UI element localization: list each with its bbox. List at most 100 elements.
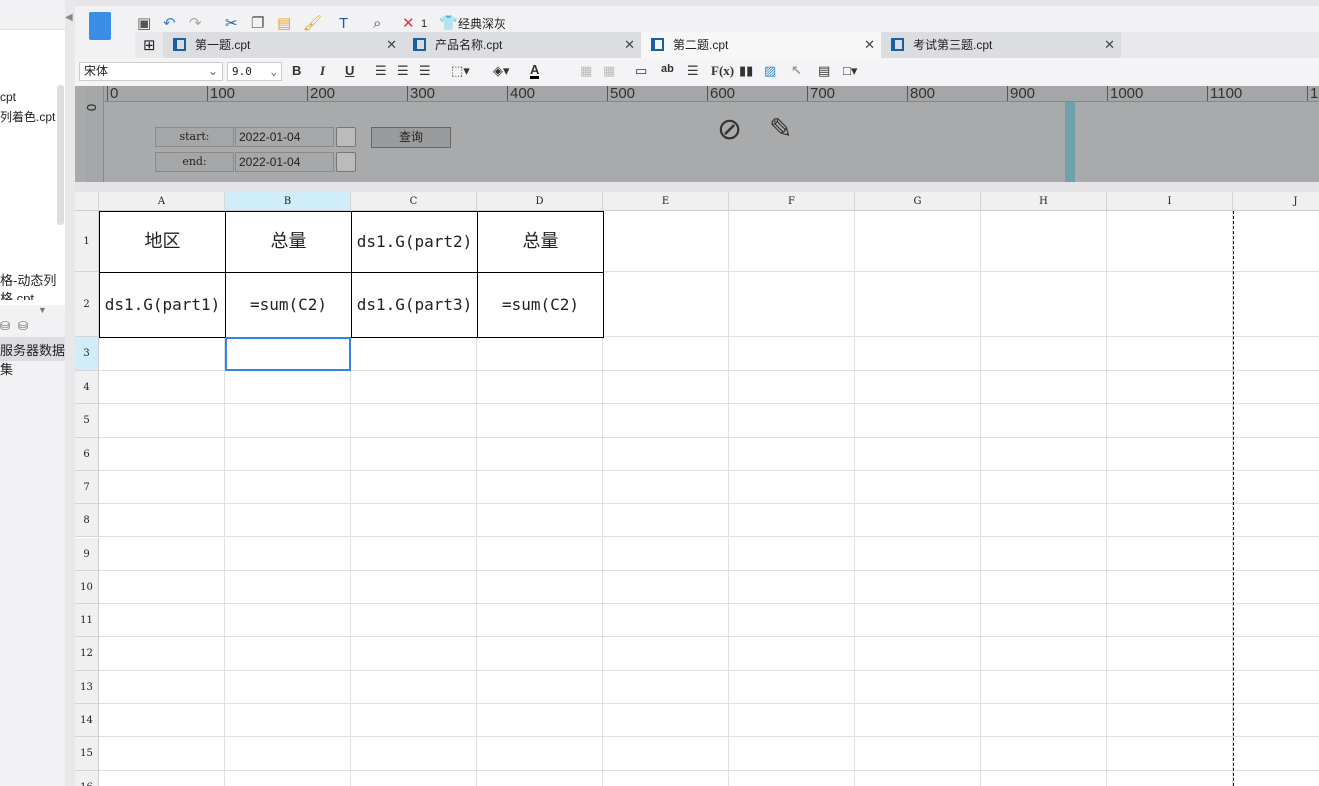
cell-H10[interactable] bbox=[981, 570, 1107, 605]
column-header-B[interactable]: B bbox=[225, 192, 351, 211]
calendar-icon[interactable] bbox=[336, 152, 356, 172]
cell-H11[interactable] bbox=[981, 604, 1107, 638]
cell-B4[interactable] bbox=[225, 371, 351, 405]
underline-button[interactable]: U bbox=[345, 63, 354, 78]
cell-H4[interactable] bbox=[981, 371, 1107, 405]
cell-J12[interactable] bbox=[1233, 637, 1319, 671]
font-color-icon[interactable]: A bbox=[530, 63, 540, 79]
cell-H12[interactable] bbox=[981, 637, 1107, 671]
tab-second[interactable]: 第二题.cpt ✕ bbox=[641, 32, 881, 58]
font-select[interactable]: 宋体 ⌄ bbox=[79, 62, 223, 81]
redo-icon[interactable]: ↷ bbox=[189, 15, 202, 33]
theme-button[interactable]: 经典深灰 bbox=[458, 15, 506, 33]
cell-F13[interactable] bbox=[729, 670, 855, 704]
cell-H3[interactable] bbox=[981, 337, 1107, 371]
cell-I6[interactable] bbox=[1107, 437, 1233, 471]
cell-H8[interactable] bbox=[981, 504, 1107, 538]
cell-E5[interactable] bbox=[603, 404, 729, 438]
cell-G5[interactable] bbox=[855, 404, 981, 438]
close-icon[interactable]: ✕ bbox=[386, 32, 397, 58]
subreport-icon[interactable]: ▤ bbox=[818, 63, 830, 79]
calendar-icon[interactable] bbox=[336, 127, 356, 147]
panel-splitter[interactable]: ◀ bbox=[65, 0, 75, 786]
cell-C12[interactable] bbox=[351, 637, 477, 671]
cell-G4[interactable] bbox=[855, 371, 981, 405]
cell-G16[interactable] bbox=[855, 770, 981, 786]
cell-B6[interactable] bbox=[225, 437, 351, 471]
rich-text-icon[interactable]: ☰ bbox=[687, 63, 699, 79]
save-icon[interactable]: ▣ bbox=[137, 15, 151, 33]
cell-D11[interactable] bbox=[477, 604, 603, 638]
cell-C2[interactable]: ds1.G(part3) bbox=[351, 272, 478, 338]
cell-F3[interactable] bbox=[729, 337, 855, 371]
cell-G14[interactable] bbox=[855, 704, 981, 738]
font-size-select[interactable]: 9.0 ⌄ bbox=[227, 62, 282, 81]
paste-icon[interactable]: ▤ bbox=[277, 15, 291, 33]
cell-F4[interactable] bbox=[729, 371, 855, 405]
cell-A3[interactable] bbox=[99, 337, 225, 371]
cell-A14[interactable] bbox=[99, 704, 225, 738]
cell-G3[interactable] bbox=[855, 337, 981, 371]
cell-I10[interactable] bbox=[1107, 570, 1233, 605]
preview-icon[interactable] bbox=[89, 12, 111, 40]
split-icon[interactable]: ▦ bbox=[603, 63, 615, 79]
file-item[interactable]: cpt bbox=[0, 90, 16, 104]
cell-A15[interactable] bbox=[99, 737, 225, 771]
cell-B5[interactable] bbox=[225, 404, 351, 438]
cell-E3[interactable] bbox=[603, 337, 729, 371]
cell-J15[interactable] bbox=[1233, 737, 1319, 771]
cell-G12[interactable] bbox=[855, 637, 981, 671]
cell-H14[interactable] bbox=[981, 704, 1107, 738]
cell-C1[interactable]: ds1.G(part2) bbox=[351, 211, 478, 273]
cell-J13[interactable] bbox=[1233, 671, 1319, 704]
ab-icon[interactable]: ab bbox=[661, 63, 674, 75]
row-header-16[interactable]: 16 bbox=[75, 770, 99, 786]
cell-F7[interactable] bbox=[729, 470, 855, 505]
cell-B12[interactable] bbox=[225, 637, 351, 671]
formula-icon[interactable]: F(x) bbox=[711, 63, 734, 79]
row-header-2[interactable]: 2 bbox=[75, 272, 99, 337]
cell-F1[interactable] bbox=[729, 211, 855, 272]
cell-D16[interactable] bbox=[477, 770, 603, 786]
cell-F16[interactable] bbox=[729, 770, 855, 786]
row-header-11[interactable]: 11 bbox=[75, 604, 99, 638]
cell-I4[interactable] bbox=[1107, 371, 1233, 405]
column-header-I[interactable]: I bbox=[1107, 192, 1233, 211]
cell-G11[interactable] bbox=[855, 604, 981, 638]
cell-B13[interactable] bbox=[225, 670, 351, 704]
cell-I12[interactable] bbox=[1107, 637, 1233, 671]
column-header-H[interactable]: H bbox=[981, 192, 1107, 211]
column-header-J[interactable]: J bbox=[1233, 192, 1319, 211]
cell-A13[interactable] bbox=[99, 670, 225, 704]
new-tab-icon[interactable]: ⊞ bbox=[143, 36, 156, 54]
cell-B2[interactable]: =sum(C2) bbox=[225, 272, 352, 338]
spreadsheet-grid[interactable]: A B C D E F G H I J 1 地区 总量 ds1.G(part2) 总量 2 ds1.G(part… bbox=[75, 192, 1319, 786]
column-header-G[interactable]: G bbox=[855, 192, 981, 211]
tab-product[interactable]: 产品名称.cpt ✕ bbox=[403, 32, 641, 58]
copy-icon[interactable]: ❐ bbox=[251, 15, 264, 33]
cell-D12[interactable] bbox=[477, 637, 603, 671]
cell-J11[interactable] bbox=[1233, 604, 1319, 638]
cell-D13[interactable] bbox=[477, 670, 603, 704]
cell-E4[interactable] bbox=[603, 371, 729, 405]
border-icon[interactable]: ⬚▾ bbox=[451, 63, 470, 79]
cell-F15[interactable] bbox=[729, 737, 855, 771]
cell-B15[interactable] bbox=[225, 737, 351, 771]
cell-H7[interactable] bbox=[981, 470, 1107, 505]
text-find-icon[interactable]: T bbox=[339, 15, 348, 33]
cell-B16[interactable] bbox=[225, 770, 351, 786]
cell-I13[interactable] bbox=[1107, 670, 1233, 704]
cell-J4[interactable] bbox=[1233, 371, 1319, 405]
cell-I11[interactable] bbox=[1107, 604, 1233, 638]
cell-G7[interactable] bbox=[855, 470, 981, 505]
query-button[interactable]: 查询 bbox=[371, 127, 451, 148]
file-item[interactable]: 格.cpt bbox=[0, 288, 34, 300]
cell-E11[interactable] bbox=[603, 604, 729, 638]
cell-A12[interactable] bbox=[99, 637, 225, 671]
row-header-3[interactable]: 3 bbox=[75, 337, 99, 371]
cell-C7[interactable] bbox=[351, 470, 477, 505]
cell-I9[interactable] bbox=[1107, 537, 1233, 571]
cell-E15[interactable] bbox=[603, 737, 729, 771]
select-all-corner[interactable] bbox=[75, 192, 99, 211]
cell-E8[interactable] bbox=[603, 504, 729, 538]
